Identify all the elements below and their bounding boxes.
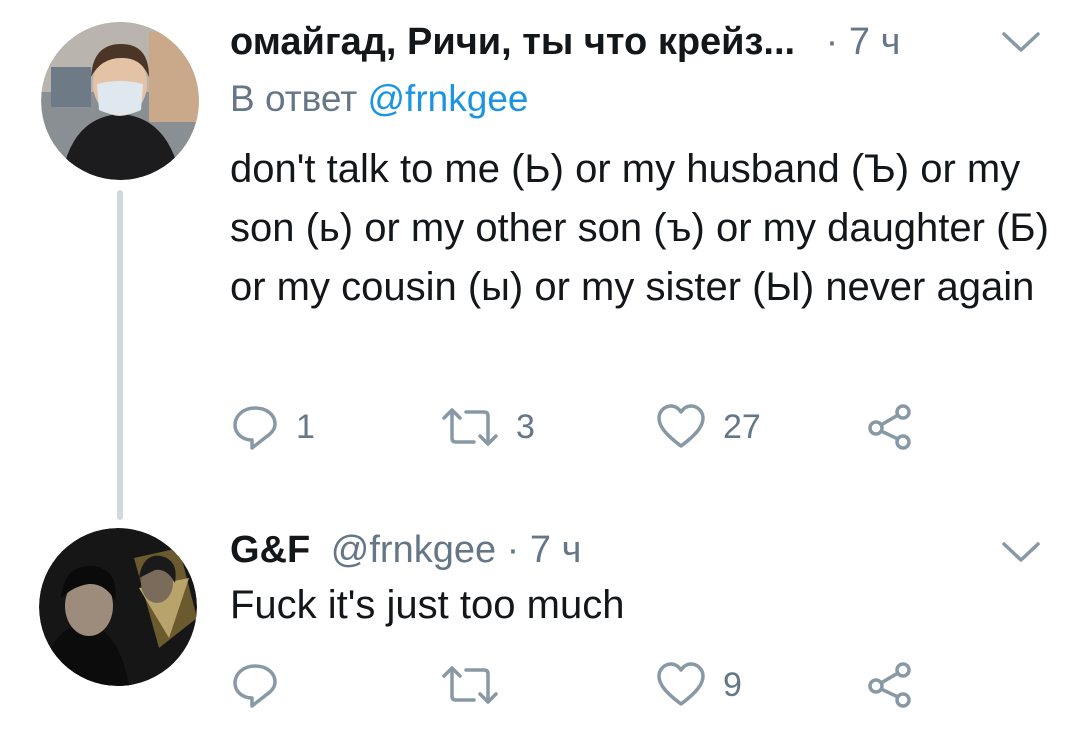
retweet-icon — [440, 402, 500, 452]
tweet-text: don't talk to me (Ь) or my husband (Ъ) o… — [230, 147, 1049, 309]
display-name[interactable]: омайгад, Ричи, ты что крейз... — [230, 21, 795, 63]
like-button[interactable]: 9 — [655, 660, 742, 710]
share-icon — [865, 660, 915, 710]
like-icon — [655, 660, 707, 710]
like-count: 9 — [723, 665, 742, 704]
tweet-text: Fuck it's just too much — [230, 583, 625, 627]
retweet-icon — [440, 660, 500, 710]
display-name[interactable]: G&F — [230, 529, 310, 571]
timestamp[interactable]: · 7 ч — [826, 21, 901, 63]
like-icon — [655, 402, 707, 452]
reply-count: 1 — [296, 407, 315, 446]
tweet[interactable]: омайгад, Ричи, ты что крейз... · 7 ч В о… — [0, 0, 1080, 500]
tweet-actions: 1 3 27 — [230, 402, 930, 462]
like-count: 27 — [723, 407, 761, 446]
tweet-actions: 9 — [230, 660, 930, 720]
reply-icon — [230, 402, 280, 452]
reply-button[interactable]: 1 — [230, 402, 315, 452]
tweet-header: G&F @frnkgee · 7 ч — [230, 528, 581, 572]
retweet-button[interactable] — [440, 660, 500, 710]
handle-timestamp[interactable]: @frnkgee · 7 ч — [331, 529, 582, 571]
mention-link[interactable]: @frnkgee — [368, 78, 529, 119]
reply-prefix: В ответ — [230, 78, 358, 119]
share-button[interactable] — [865, 402, 915, 452]
reply-context: В ответ @frnkgee — [230, 76, 528, 122]
chevron-down-icon[interactable] — [1000, 540, 1042, 569]
avatar[interactable] — [41, 22, 199, 180]
reply-button[interactable] — [230, 660, 280, 710]
retweet-count: 3 — [516, 407, 535, 446]
share-button[interactable] — [865, 660, 915, 710]
chevron-down-icon[interactable] — [1000, 30, 1042, 59]
like-button[interactable]: 27 — [655, 402, 761, 452]
reply-icon — [230, 660, 280, 710]
retweet-button[interactable]: 3 — [440, 402, 535, 452]
share-icon — [865, 402, 915, 452]
tweet-header: омайгад, Ричи, ты что крейз... · 7 ч — [230, 20, 900, 64]
avatar[interactable] — [39, 528, 197, 686]
tweet[interactable]: G&F @frnkgee · 7 ч Fuck it's just too mu… — [0, 500, 1080, 732]
